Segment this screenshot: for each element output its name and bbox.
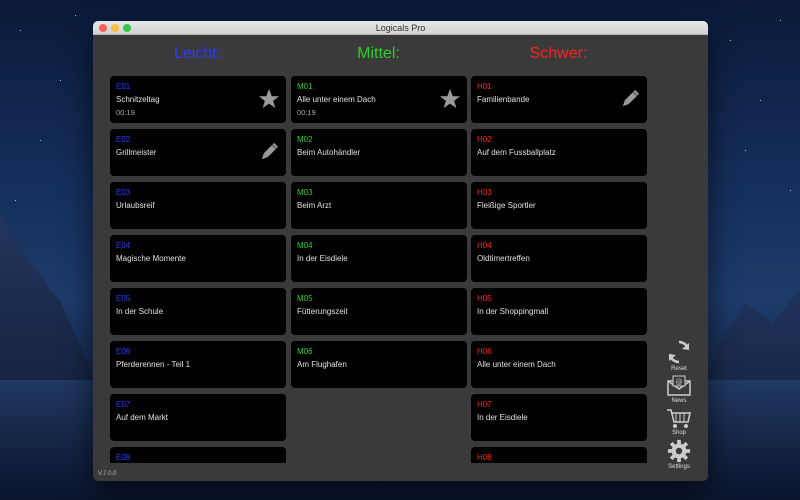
puzzle-card[interactable]: M01 Alle unter einem Dach 00:19 xyxy=(291,76,467,123)
puzzle-code: E06 xyxy=(116,347,131,356)
header-mid: Mittel: xyxy=(357,45,400,62)
puzzle-card[interactable]: E02 Grillmeister xyxy=(110,129,286,176)
puzzle-code: M04 xyxy=(297,241,313,250)
puzzle-code: E04 xyxy=(116,241,131,250)
version-label: V.7.0.0 xyxy=(98,471,117,477)
news-label: News xyxy=(671,398,687,404)
puzzle-title: Magische Momente xyxy=(116,254,186,263)
pencil-icon xyxy=(261,142,279,160)
sidebar: Reset @ News Shop Settings xyxy=(661,339,697,473)
puzzle-title: In der Eisdiele xyxy=(477,413,528,422)
header-hard: Schwer: xyxy=(529,45,588,62)
puzzle-code: E01 xyxy=(116,82,131,91)
puzzle-card[interactable]: E05 In der Schule xyxy=(110,288,286,335)
puzzle-code: M06 xyxy=(297,347,313,356)
puzzle-code: H06 xyxy=(477,347,492,356)
gear-icon xyxy=(667,439,691,463)
puzzle-code: M02 xyxy=(297,135,313,144)
settings-label: Settings xyxy=(668,464,690,470)
puzzle-card[interactable]: H06 Alle unter einem Dach xyxy=(471,341,647,388)
star-icon xyxy=(439,88,461,109)
puzzle-card[interactable]: E03 Urlaubsreif xyxy=(110,182,286,229)
puzzle-title: Familienbande xyxy=(477,95,530,104)
puzzle-title: In der Schule xyxy=(116,307,164,316)
puzzle-code: H05 xyxy=(477,294,492,303)
column-mid: M01 Alle unter einem Dach 00:19 M02 Beim Aut… xyxy=(291,76,467,394)
puzzle-card[interactable]: H07 In der Eisdiele xyxy=(471,394,647,441)
puzzle-title: Beim Autohändler xyxy=(297,148,361,157)
title-bar: Logicals Pro xyxy=(93,21,708,35)
mail-icon: @ xyxy=(667,375,691,396)
puzzle-title: Am Flughafen xyxy=(297,360,347,369)
settings-button[interactable]: Settings xyxy=(661,439,697,470)
reset-label: Reset xyxy=(671,366,687,372)
column-hard: H01 Familienbande H02 Auf dem Fussballplatz… xyxy=(471,76,647,463)
cart-icon xyxy=(667,409,691,428)
puzzle-code: M01 xyxy=(297,82,313,91)
puzzle-card[interactable]: E07 Auf dem Markt xyxy=(110,394,286,441)
puzzle-card[interactable]: M06 Am Flughafen xyxy=(291,341,467,388)
shop-label: Shop xyxy=(671,430,686,436)
puzzle-card[interactable]: E08 xyxy=(110,447,286,463)
puzzle-card[interactable]: E01 Schnitzeltag 00:19 xyxy=(110,76,286,123)
puzzle-code: H02 xyxy=(477,135,492,144)
puzzle-card[interactable]: E04 Magische Momente xyxy=(110,235,286,282)
puzzle-code: E03 xyxy=(116,188,131,197)
puzzle-card[interactable]: H01 Familienbande xyxy=(471,76,647,123)
app-window: Logicals Pro Leicht: Mittel: Schwer: E01… xyxy=(93,21,708,481)
puzzle-time: 00:19 xyxy=(116,108,135,117)
puzzle-card[interactable]: M04 In der Eisdiele xyxy=(291,235,467,282)
svg-text:@: @ xyxy=(676,378,683,386)
close-window-button[interactable] xyxy=(99,24,107,32)
puzzle-code: H01 xyxy=(477,82,492,91)
header-easy: Leicht: xyxy=(173,45,222,62)
puzzle-title: Alle unter einem Dach xyxy=(297,95,376,104)
puzzle-code: E07 xyxy=(116,400,131,409)
puzzle-card[interactable]: M02 Beim Autohändler xyxy=(291,129,467,176)
puzzle-card[interactable]: E06 Pferderennen - Teil 1 xyxy=(110,341,286,388)
puzzle-list[interactable]: E01 Schnitzeltag 00:19 E02 Grillmeister E03 Ur… xyxy=(93,76,708,463)
puzzle-title: In der Shoppingmall xyxy=(477,307,549,316)
puzzle-time: 00:19 xyxy=(297,108,316,117)
puzzle-title: Auf dem Fussballplatz xyxy=(477,148,556,157)
reset-button[interactable]: Reset xyxy=(661,339,697,372)
puzzle-title: In der Eisdiele xyxy=(297,254,348,263)
puzzle-title: Oldtimertreffen xyxy=(477,254,530,263)
puzzle-card[interactable]: H02 Auf dem Fussballplatz xyxy=(471,129,647,176)
window-title: Logicals Pro xyxy=(375,23,426,33)
puzzle-title: Urlaubsreif xyxy=(116,201,155,210)
puzzle-card[interactable]: H03 Fleißige Sportler xyxy=(471,182,647,229)
puzzle-card[interactable]: M03 Beim Arzt xyxy=(291,182,467,229)
puzzle-code: E05 xyxy=(116,294,131,303)
puzzle-title: Beim Arzt xyxy=(297,201,332,210)
minimize-window-button[interactable] xyxy=(111,24,119,32)
puzzle-title: Fleißige Sportler xyxy=(477,201,536,210)
puzzle-card[interactable]: M05 Fütterungszeit xyxy=(291,288,467,335)
column-easy: E01 Schnitzeltag 00:19 E02 Grillmeister E03 Ur… xyxy=(110,76,286,463)
puzzle-code: E08 xyxy=(116,453,131,462)
puzzle-code: H08 xyxy=(477,453,492,462)
puzzle-card[interactable]: H05 In der Shoppingmall xyxy=(471,288,647,335)
puzzle-title: Auf dem Markt xyxy=(116,413,169,422)
puzzle-title: Alle unter einem Dach xyxy=(477,360,556,369)
pencil-icon xyxy=(622,89,640,107)
puzzle-code: E02 xyxy=(116,135,131,144)
puzzle-code: M05 xyxy=(297,294,313,303)
puzzle-code: H03 xyxy=(477,188,492,197)
puzzle-title: Grillmeister xyxy=(116,148,157,157)
reset-icon xyxy=(668,340,690,364)
puzzle-title: Pferderennen - Teil 1 xyxy=(116,360,191,369)
puzzle-title: Schnitzeltag xyxy=(116,95,160,104)
news-button[interactable]: @ News xyxy=(661,375,697,404)
star-icon xyxy=(258,88,280,109)
puzzle-card[interactable]: H08 xyxy=(471,447,647,463)
puzzle-title: Fütterungszeit xyxy=(297,307,348,316)
puzzle-card[interactable]: H04 Oldtimertreffen xyxy=(471,235,647,282)
puzzle-code: H07 xyxy=(477,400,492,409)
shop-button[interactable]: Shop xyxy=(661,407,697,436)
zoom-window-button[interactable] xyxy=(123,24,131,32)
puzzle-code: H04 xyxy=(477,241,492,250)
puzzle-code: M03 xyxy=(297,188,313,197)
